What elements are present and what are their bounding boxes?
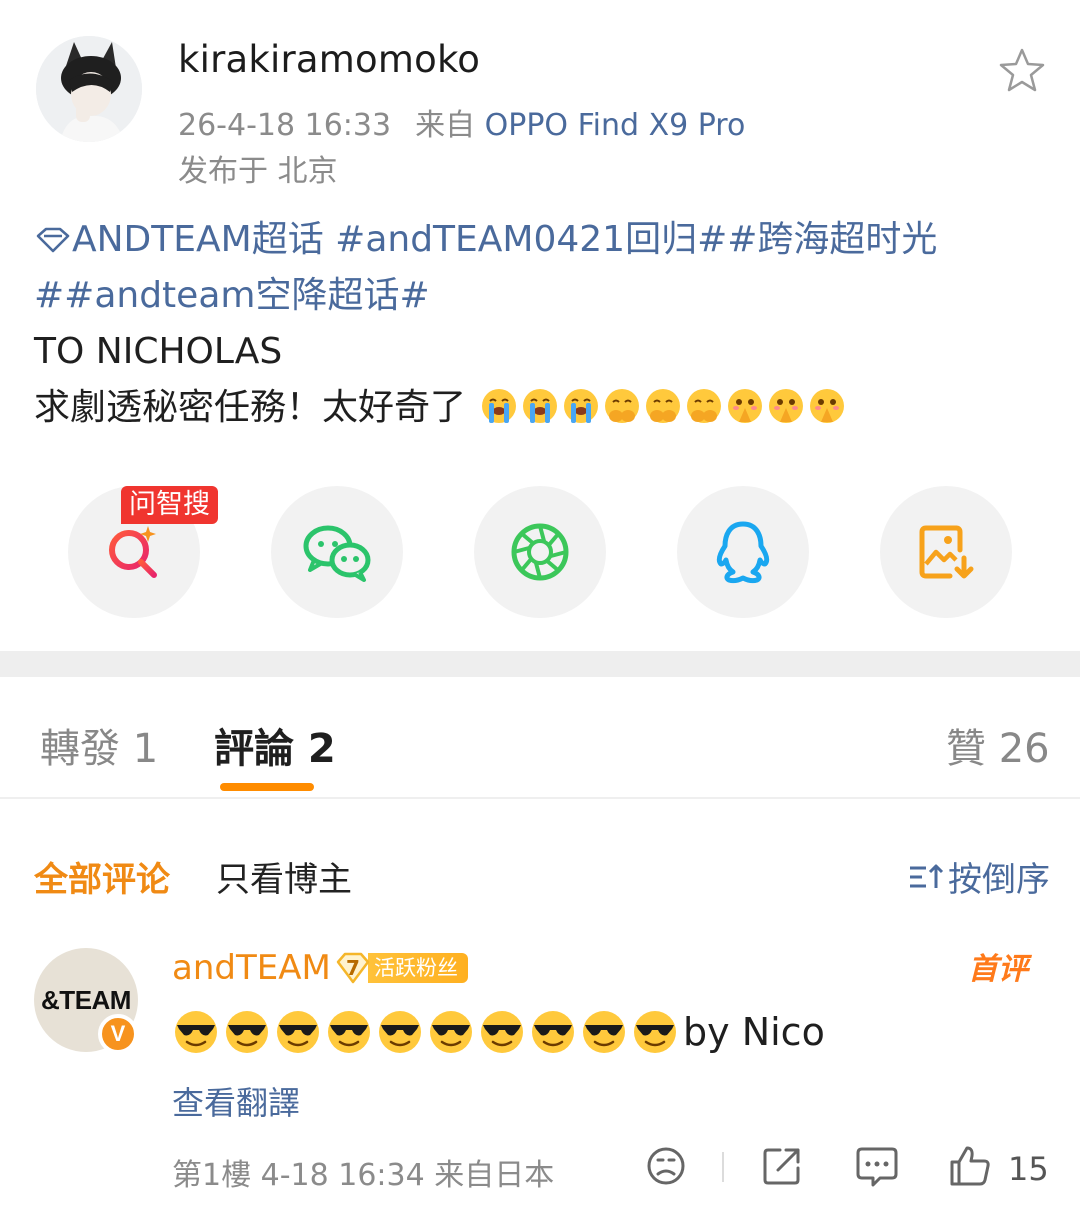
tab-likes[interactable]: 贊 26 [946,716,1050,774]
moments-shutter-icon [511,523,569,581]
sunglasses-emoji-icon [328,1011,370,1053]
favorite-button[interactable] [996,44,1048,96]
post-location: 发布于 北京 [178,154,338,189]
tabs-divider [0,797,1080,799]
verified-badge: V [98,1014,138,1054]
sunglasses-emoji-icon [583,1011,625,1053]
sunglasses-emoji-icon [379,1011,421,1053]
section-divider [0,651,1080,677]
sort-label: 按倒序 [948,860,1050,900]
fan-badge[interactable]: 7 活跃粉丝 [334,950,468,986]
post-content: ANDTEAM超话 #andTEAM0421回归##跨海超时光 ##andtea… [34,212,1054,436]
comment-like-count: 15 [1008,1150,1049,1188]
author-avatar[interactable] [36,36,142,142]
sunglasses-emoji-icon [430,1011,472,1053]
first-comment-badge: 首评 [968,952,1028,987]
sunglasses-emoji-icon [277,1011,319,1053]
comment-text: by Nico [172,1004,825,1060]
pleading-emoji-icon [769,389,804,423]
hand-over-mouth-emoji-icon [605,389,640,423]
sunglasses-emoji-icon [481,1011,523,1053]
comment-dislike-button[interactable] [644,1144,688,1188]
post-text-2: 求劇透秘密任務！太好奇了 [34,387,467,428]
sunglasses-emoji-icon [634,1011,676,1053]
diamond-icon [36,227,70,253]
pleading-emoji-icon [810,389,845,423]
comment-share-button[interactable] [760,1144,804,1188]
sort-toggle[interactable]: 按倒序 [908,852,1050,901]
supertopic-link[interactable]: ANDTEAM超话 [34,219,335,260]
sort-icon [910,864,944,888]
tab-comments[interactable]: 評論 2 [214,716,336,774]
save-image-button[interactable] [880,486,1012,618]
comment-meta: 第1樓 4-18 16:34 来自日本 [172,1158,555,1193]
comment-reply-button[interactable] [854,1144,900,1188]
ai-search-badge: 问智搜 [121,486,218,524]
crying-emoji-icon [564,389,599,423]
comment-bubble-icon [856,1147,898,1187]
ai-search-icon [109,526,157,578]
post-source-prefix: 来自 [415,108,476,143]
post-time: 26-4-18 16:33 [178,108,392,143]
crying-emoji-icon [523,389,558,423]
hand-over-mouth-emoji-icon [687,389,722,423]
sunglasses-emoji-icon [532,1011,574,1053]
post-meta: 26-4-18 16:33 来自 OPPO Find X9 Pro [178,100,745,144]
active-tab-indicator [220,783,314,791]
share-wechat-button[interactable] [271,486,403,618]
fan-level-shield: 7 [334,950,372,986]
sunglasses-emoji-icon [226,1011,268,1053]
verified-mark: V [110,1021,126,1046]
thumbs-up-icon [950,1146,990,1186]
crying-emoji-icon [482,389,517,423]
share-qq-button[interactable] [677,486,809,618]
wechat-icon [303,525,371,582]
hashtag-line-1[interactable]: #andTEAM0421回归##跨海超时光 [335,219,937,260]
fan-label: 活跃粉丝 [368,953,468,983]
post-device[interactable]: OPPO Find X9 Pro [485,108,746,143]
comment-text-suffix: by Nico [683,1010,825,1054]
hashtag-line-2[interactable]: ##andteam空降超话# [34,275,430,316]
filter-all-comments[interactable]: 全部评论 [34,852,170,901]
post-text-1: TO NICHOLAS [34,331,283,372]
filter-owner-only[interactable]: 只看博主 [216,852,352,901]
share-moments-button[interactable] [474,486,606,618]
comment-emoji-row [172,1008,679,1056]
supertopic-label: ANDTEAM超话 [72,219,324,260]
comment-like-button[interactable] [948,1144,992,1188]
post-emoji-row [479,386,847,426]
action-divider [722,1152,724,1182]
sunglasses-emoji-icon [175,1011,217,1053]
save-image-icon [919,525,974,579]
qq-penguin-icon [716,521,770,584]
commenter-name[interactable]: andTEAM [172,948,331,988]
star-icon [999,48,1045,92]
fan-level-number: 7 [346,956,360,980]
translate-link[interactable]: 查看翻譯 [172,1078,300,1124]
author-avatar-image [36,36,142,142]
pleading-emoji-icon [728,389,763,423]
share-icon [763,1148,800,1185]
hand-over-mouth-emoji-icon [646,389,681,423]
author-name[interactable]: kirakiramomoko [178,38,480,81]
tab-reposts[interactable]: 轉發 1 [40,716,158,774]
frown-icon [647,1147,685,1185]
commenter-avatar-text: &TEAM [41,984,131,1015]
